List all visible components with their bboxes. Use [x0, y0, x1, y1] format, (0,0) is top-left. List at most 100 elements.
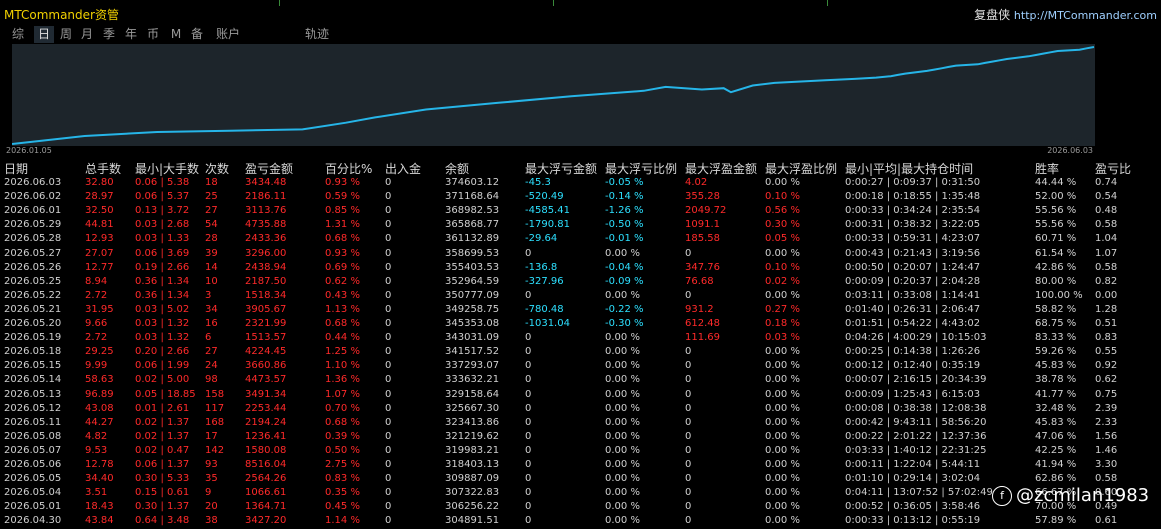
table-cell: 2026.06.01: [4, 205, 62, 217]
table-row[interactable]: 2026.05.01 18.43 0.30 | 1.37 20 1364.71 0.45 …: [0, 501, 1161, 515]
table-cell: 0.03 | 1.33: [135, 233, 190, 245]
table-cell: 52.00 %: [1035, 191, 1077, 203]
brand[interactable]: 复盘侠 http://MTCommander.com: [974, 6, 1157, 23]
table-cell: 0.30 | 1.37: [135, 501, 190, 513]
table-row[interactable]: 2026.05.15 9.99 0.06 | 1.99 24 3660.86 1.10 %…: [0, 360, 1161, 374]
column-header[interactable]: 盈亏金额: [245, 160, 293, 177]
table-cell: 0.00 %: [765, 360, 800, 372]
table-cell: 0: [525, 473, 532, 485]
brand-url[interactable]: http://MTCommander.com: [1014, 9, 1157, 22]
column-header[interactable]: 出入金: [385, 160, 421, 177]
column-header[interactable]: 最大浮亏金额: [525, 160, 597, 177]
table-row[interactable]: 2026.06.01 32.50 0.13 | 3.72 27 3113.76 0.85 …: [0, 205, 1161, 219]
table-cell: 2187.50: [245, 275, 287, 287]
table-row[interactable]: 2026.04.30 43.84 0.64 | 3.48 38 3427.20 1.14 …: [0, 515, 1161, 529]
table-cell: 0.00: [1095, 289, 1118, 301]
table-row[interactable]: 2026.05.28 12.93 0.03 | 1.33 28 2433.36 0.68 …: [0, 233, 1161, 247]
table-cell: 0: [385, 444, 392, 456]
table-cell: 35: [205, 473, 218, 485]
table-cell: 32.80: [85, 177, 114, 188]
tab-0[interactable]: 综: [10, 26, 26, 43]
table-cell: 0.00 %: [765, 402, 800, 414]
table-cell: 83.33 %: [1035, 332, 1077, 344]
table-cell: 45.83 %: [1035, 360, 1077, 372]
tab-10[interactable]: 轨迹: [300, 26, 334, 43]
column-header[interactable]: 最小|平均|最大持仓时间: [845, 160, 973, 177]
column-header[interactable]: 百分比%: [325, 160, 372, 177]
tab-1[interactable]: 日: [34, 26, 54, 43]
table-row[interactable]: 2026.05.27 27.07 0.06 | 3.69 39 3296.00 0.93 …: [0, 248, 1161, 262]
table-cell: 343031.09: [445, 332, 500, 344]
table-cell: 0: [525, 487, 532, 499]
table-row[interactable]: 2026.05.21 31.95 0.03 | 5.02 34 3905.67 1.13 …: [0, 304, 1161, 318]
table-row[interactable]: 2026.05.14 58.63 0.02 | 5.00 98 4473.57 1.36 …: [0, 374, 1161, 388]
column-header[interactable]: 最大浮盈比例: [765, 160, 837, 177]
table-cell: 0.06 | 5.37: [135, 191, 190, 203]
table-cell: 0.01 | 2.61: [135, 402, 190, 414]
column-header[interactable]: 日期: [4, 160, 28, 177]
table-row[interactable]: 2026.05.11 44.27 0.02 | 1.37 168 2194.24 0.68…: [0, 417, 1161, 431]
table-row[interactable]: 2026.06.03 32.80 0.06 | 5.38 18 3434.48 0.93 …: [0, 177, 1161, 191]
tab-5[interactable]: 年: [123, 26, 139, 43]
tab-3[interactable]: 月: [79, 26, 95, 43]
table-cell: -780.48: [525, 303, 564, 315]
table-cell: 0.02 | 5.00: [135, 374, 190, 386]
tab-4[interactable]: 季: [101, 26, 117, 43]
table-cell: 0.05 | 18.85: [135, 388, 196, 400]
column-header[interactable]: 最大浮盈金额: [685, 160, 757, 177]
table-row[interactable]: 2026.05.04 3.51 0.15 | 0.61 9 1066.61 0.35 % 0…: [0, 487, 1161, 501]
table-cell: 0: [385, 247, 392, 259]
table-row[interactable]: 2026.05.29 44.81 0.03 | 2.68 54 4735.88 1.31 …: [0, 219, 1161, 233]
table-row[interactable]: 2026.05.22 2.72 0.36 | 1.34 3 1518.34 0.43 % 0…: [0, 290, 1161, 304]
table-cell: 374603.12: [445, 177, 500, 188]
tab-9[interactable]: 账户: [211, 26, 245, 43]
column-header[interactable]: 盈亏比: [1095, 160, 1131, 177]
table-cell: 12.78: [85, 459, 114, 470]
table-cell: 0: [685, 402, 692, 414]
table-cell: 47.06 %: [1035, 430, 1077, 442]
table-cell: 0: [685, 515, 692, 527]
table-cell: 1.07: [1095, 247, 1118, 259]
table-row[interactable]: 2026.05.18 29.25 0.20 | 2.66 27 4224.45 1.25 …: [0, 346, 1161, 360]
table-row[interactable]: 2026.05.05 34.40 0.30 | 5.33 35 2564.26 0.83 …: [0, 473, 1161, 487]
column-header[interactable]: 次数: [205, 160, 229, 177]
table-cell: 57.89 %: [1035, 515, 1077, 527]
table-cell: 43.84: [85, 515, 114, 527]
table-cell: 9.53: [85, 444, 108, 456]
table-cell: 0: [385, 261, 392, 273]
brand-name[interactable]: 复盘侠: [974, 8, 1010, 22]
table-cell: 0:00:50 | 0:20:07 | 1:24:47: [845, 261, 981, 273]
table-cell: 1.46: [1095, 444, 1118, 456]
tab-8[interactable]: 备: [189, 26, 205, 43]
table-row[interactable]: 2026.06.02 28.97 0.06 | 5.37 25 2186.11 0.59 …: [0, 191, 1161, 205]
table-cell: 0: [385, 473, 392, 485]
table-cell: 0.02 %: [765, 275, 800, 287]
table-cell: 8.94: [85, 275, 108, 287]
column-header[interactable]: 最小|大手数: [135, 160, 199, 177]
table-row[interactable]: 2026.05.07 9.53 0.02 | 0.47 142 1580.08 0.50 …: [0, 445, 1161, 459]
table-cell: 0: [385, 459, 392, 470]
table-row[interactable]: 2026.05.25 8.94 0.36 | 1.34 10 2187.50 0.62 %…: [0, 276, 1161, 290]
table-row[interactable]: 2026.05.20 9.66 0.03 | 1.32 16 2321.99 0.68 %…: [0, 318, 1161, 332]
table-cell: 2026.05.19: [4, 332, 62, 344]
table-cell: 0.00 %: [605, 332, 640, 344]
table-cell: 1236.41: [245, 430, 287, 442]
table-row[interactable]: 2026.05.13 96.89 0.05 | 18.85 158 3491.34 1.0…: [0, 389, 1161, 403]
table-cell: 3905.67: [245, 303, 287, 315]
table-row[interactable]: 2026.05.06 12.78 0.06 | 1.37 93 8516.04 2.75 …: [0, 459, 1161, 473]
tab-2[interactable]: 周: [58, 26, 74, 43]
column-header[interactable]: 余额: [445, 160, 469, 177]
table-cell: 3113.76: [245, 205, 287, 217]
table-cell: 62.86 %: [1035, 473, 1077, 485]
tab-7[interactable]: M: [168, 26, 184, 43]
column-header[interactable]: 胜率: [1035, 160, 1059, 177]
column-header[interactable]: 最大浮亏比例: [605, 160, 677, 177]
period-tabs: 综日周月季年币 M 备账户 轨迹: [0, 26, 1161, 44]
table-row[interactable]: 2026.05.12 43.08 0.01 | 2.61 117 2253.44 0.70…: [0, 403, 1161, 417]
column-header[interactable]: 总手数: [85, 160, 121, 177]
table-row[interactable]: 2026.05.26 12.77 0.19 | 2.66 14 2438.94 0.69 …: [0, 262, 1161, 276]
table-cell: 0:01:51 | 0:54:22 | 4:43:02: [845, 318, 981, 329]
table-row[interactable]: 2026.05.19 2.72 0.03 | 1.32 6 1513.57 0.44 % 0…: [0, 332, 1161, 346]
tab-6[interactable]: 币: [145, 26, 161, 43]
table-row[interactable]: 2026.05.08 4.82 0.02 | 1.37 17 1236.41 0.39 %…: [0, 431, 1161, 445]
